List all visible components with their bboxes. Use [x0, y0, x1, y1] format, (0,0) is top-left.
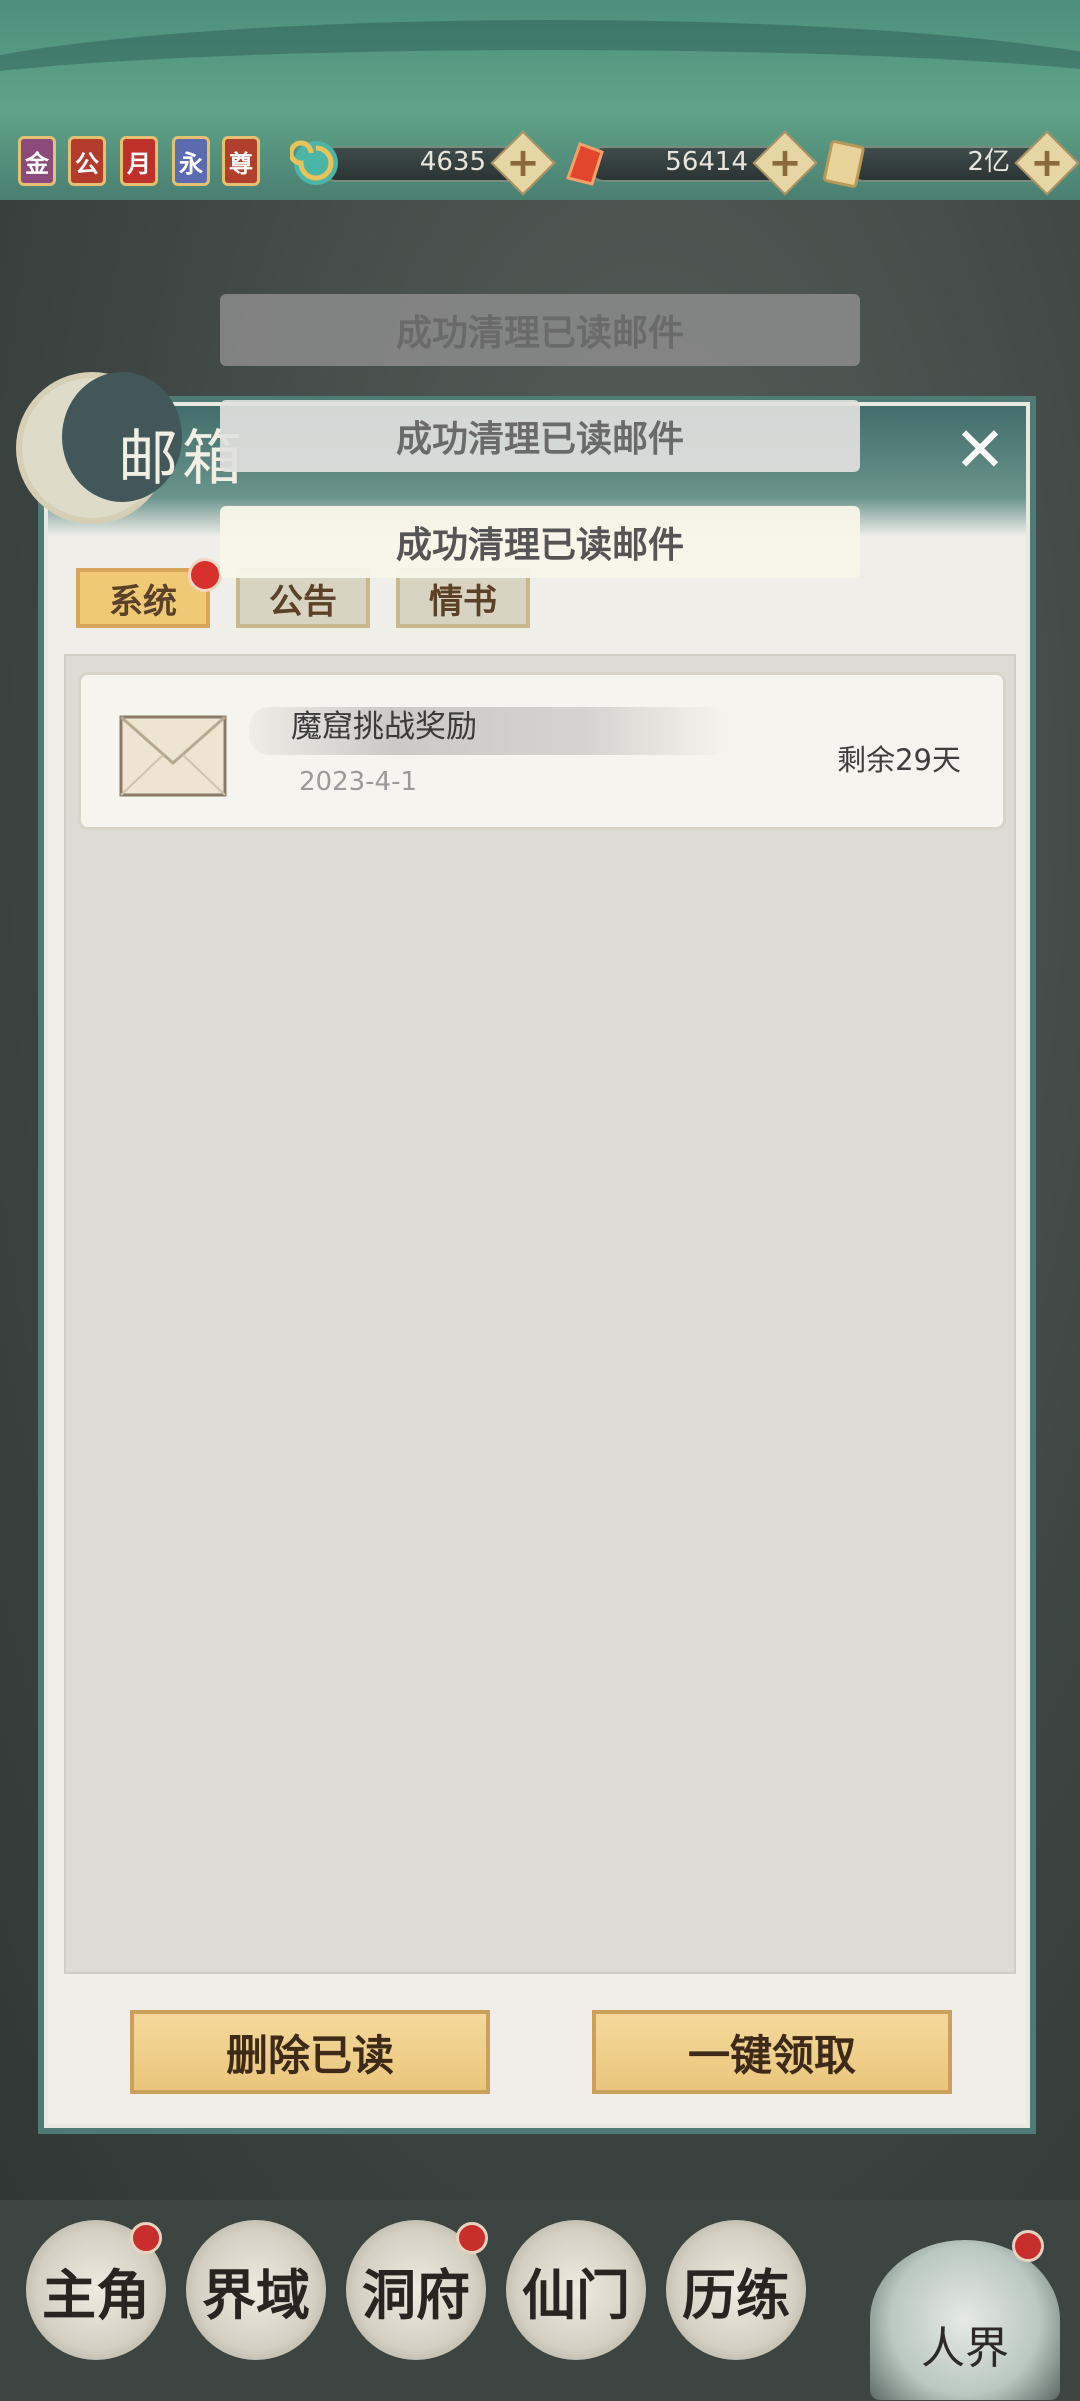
red-crystal-icon [566, 142, 604, 186]
notification-dot [130, 2222, 162, 2254]
spiral-jade-icon [290, 140, 338, 185]
nav-realm[interactable]: 界域 [186, 2220, 326, 2360]
scroll-icon [823, 140, 865, 188]
badge-honor[interactable]: 尊 [222, 136, 260, 186]
add-scroll-button[interactable]: + [1014, 130, 1080, 196]
resource-value: 56414 [665, 147, 748, 177]
toast-message: 成功清理已读邮件 [220, 294, 860, 366]
close-icon[interactable]: ✕ [950, 419, 1010, 481]
badge-forever[interactable]: 永 [172, 136, 210, 186]
toast-message: 成功清理已读邮件 [220, 400, 860, 472]
tab-system[interactable]: 系统 [76, 558, 222, 628]
resource-bar: 金 公 月 永 尊 4635 + 56414 + 2亿 + [0, 128, 1080, 198]
envelope-icon [119, 715, 227, 797]
resource-spiral: 4635 + [290, 130, 556, 196]
bottom-nav: 主角 界域 洞府 仙门 历练 人界 [0, 2200, 1080, 2401]
nav-training[interactable]: 历练 [666, 2220, 806, 2360]
mail-remaining: 剩余29天 [837, 743, 961, 777]
nav-human-realm[interactable]: 人界 [870, 2240, 1060, 2400]
add-crystal-button[interactable]: + [752, 130, 818, 196]
badge-public[interactable]: 公 [68, 136, 106, 186]
resource-scroll: 2亿 + [818, 130, 1080, 196]
mail-date: 2023-4-1 [299, 767, 418, 797]
claim-all-button[interactable]: 一键领取 [592, 2010, 952, 2094]
badge-gold[interactable]: 金 [18, 136, 56, 186]
delete-read-button[interactable]: 删除已读 [130, 2010, 490, 2094]
add-spiral-button[interactable]: + [490, 130, 556, 196]
resource-value: 4635 [419, 147, 486, 177]
nav-sect[interactable]: 仙门 [506, 2220, 646, 2360]
mailbox-panel: 系统 公告 情书 魔窟挑战奖励 2023-4-1 剩余29天 删除已读 一键领取 [44, 402, 1030, 2128]
mail-item[interactable]: 魔窟挑战奖励 2023-4-1 剩余29天 [78, 672, 1006, 830]
resource-value: 2亿 [967, 147, 1010, 177]
badge-month[interactable]: 月 [120, 136, 158, 186]
toast-message: 成功清理已读邮件 [220, 506, 860, 578]
mail-subject: 魔窟挑战奖励 [291, 709, 477, 745]
notification-dot [188, 558, 222, 592]
notification-dot [456, 2222, 488, 2254]
resource-crystal: 56414 + [558, 130, 818, 196]
mail-list: 魔窟挑战奖励 2023-4-1 剩余29天 [64, 654, 1016, 1974]
notification-dot [1012, 2230, 1044, 2262]
